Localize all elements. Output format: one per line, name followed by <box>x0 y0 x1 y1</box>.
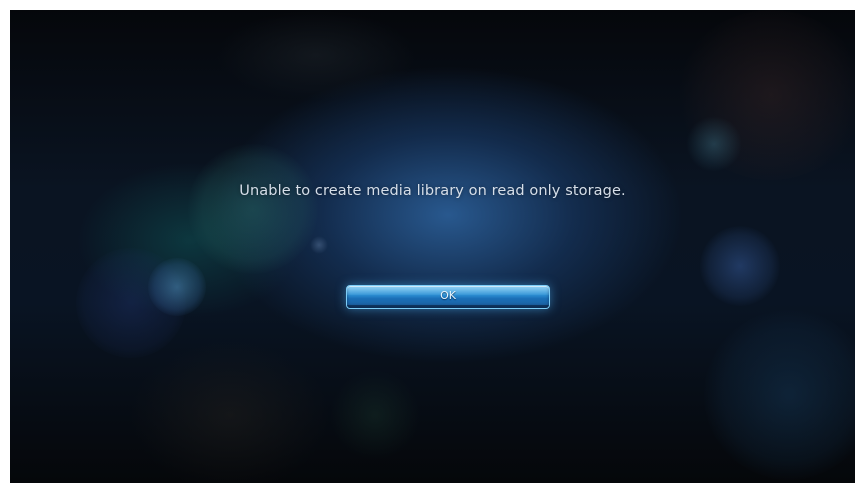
error-dialog: Unable to create media library on read o… <box>10 182 855 200</box>
background-bokeh-light <box>188 144 318 274</box>
background-bokeh-light <box>676 10 855 180</box>
background-bokeh-light <box>76 248 186 358</box>
background-bokeh-light <box>148 258 206 316</box>
error-message: Unable to create media library on read o… <box>239 183 626 199</box>
background-bokeh-light <box>310 236 328 254</box>
background-bokeh-light <box>686 116 742 172</box>
background-bokeh-light <box>130 340 330 483</box>
ok-button[interactable]: OK <box>346 285 550 309</box>
background-bokeh-light <box>704 310 855 480</box>
ok-button-label: OK <box>440 289 456 302</box>
background-bokeh-light <box>330 370 420 460</box>
background-bokeh-light <box>216 10 416 100</box>
media-player-screen: Unable to create media library on read o… <box>10 10 855 483</box>
background-bokeh-light <box>700 226 780 306</box>
